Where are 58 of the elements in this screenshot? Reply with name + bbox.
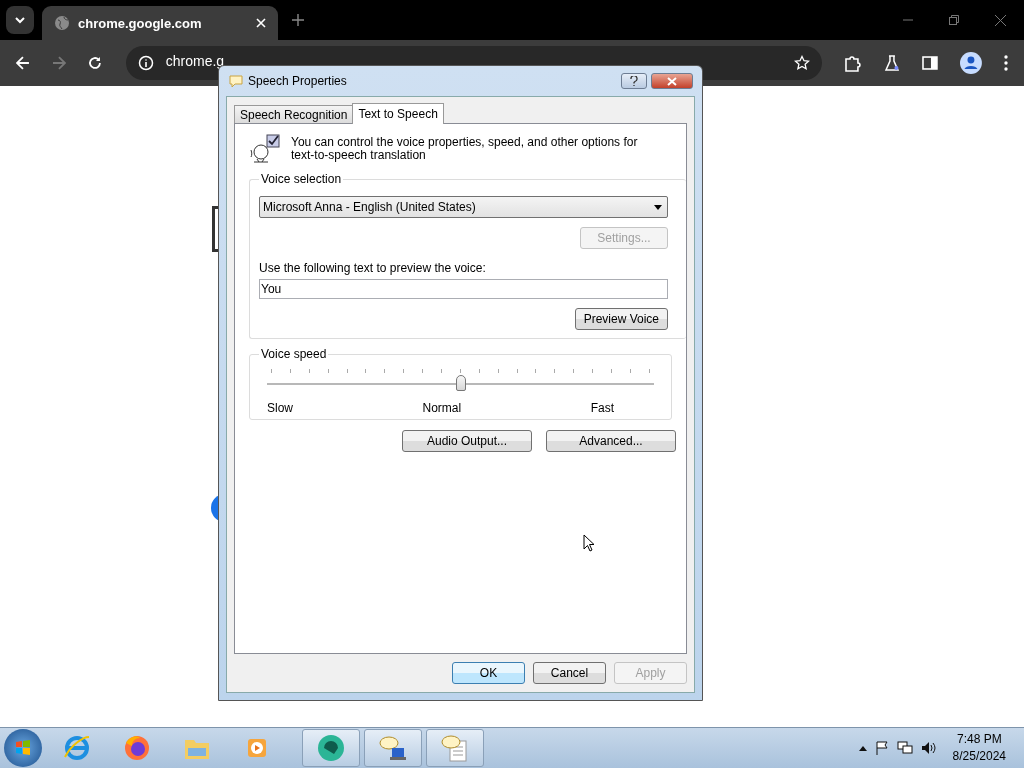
voice-dropdown[interactable]: Microsoft Anna - English (United States)	[259, 196, 668, 218]
tab-title: chrome.google.com	[78, 15, 203, 31]
circle-app-icon	[316, 733, 346, 763]
menu-icon[interactable]	[1004, 55, 1008, 71]
back-arrow-icon[interactable]	[16, 56, 30, 70]
show-hidden-icons-icon[interactable]	[858, 745, 867, 751]
taskbar-app-button[interactable]	[302, 729, 360, 767]
reload-icon[interactable]	[87, 56, 102, 70]
restore-icon[interactable]	[949, 15, 959, 25]
flag-icon[interactable]	[874, 741, 889, 755]
close-icon	[667, 76, 677, 86]
windows-logo-icon	[15, 740, 31, 756]
new-tab-icon[interactable]	[292, 14, 304, 26]
group-label: Voice selection	[260, 172, 343, 186]
dialog-button[interactable]: Cancel	[533, 662, 606, 684]
dialog-button[interactable]: Advanced...	[546, 430, 676, 452]
start-button[interactable]	[4, 729, 42, 767]
mouse-cursor-icon	[583, 534, 595, 552]
browser-tab[interactable]: chrome.google.com	[42, 6, 278, 40]
profile-icon[interactable]	[960, 52, 982, 74]
preview-text-field[interactable]: You	[259, 279, 668, 299]
speaker-icon[interactable]	[920, 741, 937, 755]
clock-time: 7:48 PM	[956, 731, 1002, 748]
preview-label: Use the following text to preview the voice:	[259, 261, 487, 275]
address-text: chrome.g	[165, 52, 225, 69]
flask-icon[interactable]	[884, 55, 901, 71]
star-icon[interactable]	[794, 55, 811, 71]
speech-bubble-icon	[228, 73, 244, 89]
globe-icon	[54, 15, 70, 31]
clock-date: 8/25/2024	[952, 748, 1006, 765]
question-icon	[630, 76, 638, 86]
network-icon[interactable]	[896, 741, 913, 755]
chevron-down-icon	[15, 16, 25, 24]
dropdown-arrow-icon	[654, 204, 662, 210]
tab[interactable]: Text to Speech	[352, 103, 444, 124]
puzzle-icon[interactable]	[844, 54, 863, 72]
tab[interactable]: Speech Recognition	[234, 105, 354, 123]
tab-search-button[interactable]	[6, 6, 34, 34]
fox-browser-icon[interactable]	[122, 733, 152, 763]
intro-text: You can control the voice properties, speed, and other options for text-to-speech translation	[291, 134, 639, 162]
group-label: Voice speed	[260, 347, 328, 361]
speed-label: Normal	[422, 401, 462, 415]
help-button[interactable]	[621, 73, 647, 89]
clock[interactable]: 7:48 PM 8/25/2024	[944, 731, 1020, 765]
side-panel-icon[interactable]	[922, 55, 939, 71]
speech-computer-icon	[378, 733, 408, 763]
taskbar-app-button[interactable]	[364, 729, 422, 767]
forward-arrow-icon[interactable]	[51, 56, 66, 70]
close-button[interactable]	[651, 73, 693, 89]
dialog-button[interactable]: OK	[452, 662, 525, 684]
speed-label: Fast	[590, 401, 614, 415]
info-icon[interactable]	[137, 55, 154, 71]
speaking-head-drawing	[249, 134, 283, 164]
close-icon[interactable]	[995, 14, 1006, 26]
speech-document-icon	[440, 733, 470, 763]
speed-label: Slow	[267, 401, 293, 415]
dialog-button[interactable]: Audio Output...	[402, 430, 532, 452]
preview-voice-button[interactable]: Preview Voice	[574, 308, 668, 330]
